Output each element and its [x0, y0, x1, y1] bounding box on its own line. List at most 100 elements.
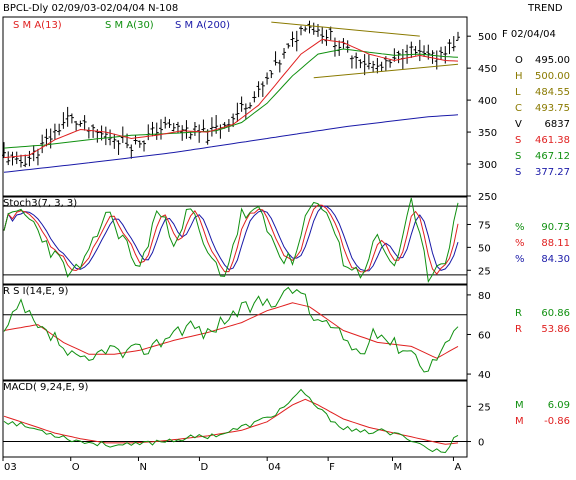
rsi-signal-line [3, 302, 459, 359]
price-readout-value: 377.27 [535, 167, 570, 178]
x-axis-tick-label: M [393, 462, 402, 473]
stoch-readout-label: % [515, 238, 525, 249]
x-axis-tick-label: D [200, 462, 208, 473]
price-bar [349, 55, 354, 69]
rsi-ytick-label: 40 [478, 370, 491, 381]
price-readout-value: 500.00 [535, 71, 570, 82]
price-bar [362, 54, 367, 76]
price-bar [252, 91, 257, 103]
price-bar [116, 140, 121, 155]
price-bar [371, 60, 376, 73]
price-bar [184, 120, 189, 139]
stoch-readout-value: 84.30 [541, 254, 570, 265]
price-bar [82, 115, 87, 131]
stock-chart: BPCL-Dly 02/09/03-02/04/04 N-108 TREND F… [2, 3, 570, 473]
stoch-ytick-label: 50 [478, 243, 491, 254]
price-bar [299, 25, 304, 36]
rsi-panel: R S I(14,E, 9) 40 60 80 R 60.86 R 53.86 [2, 284, 570, 381]
rsi-frame [2, 284, 468, 381]
price-ytick-label: 450 [478, 64, 497, 75]
macd-panel: MACD( 9,24,E, 9) 0 25 M 6.09 M -0.86 [2, 380, 570, 458]
price-readout-value: 461.38 [535, 135, 570, 146]
rsi-readout-label: R [515, 308, 522, 319]
price-trendline [271, 21, 420, 37]
price-bar [6, 151, 11, 166]
price-bar [260, 81, 265, 97]
price-bar [337, 40, 342, 56]
price-bar [388, 59, 393, 68]
stoch-readout-label: % [515, 254, 525, 265]
price-bar [48, 128, 53, 149]
price-readout-label: L [515, 87, 521, 98]
price-bar [375, 57, 380, 74]
price-bar [332, 37, 337, 57]
price-bar [103, 126, 108, 146]
price-bar [311, 22, 316, 35]
price-bar [358, 59, 363, 69]
price-readout-value: 493.75 [535, 103, 570, 114]
stoch-readout-value: 88.11 [541, 238, 570, 249]
x-axis: 03 O N D 04 F M A [2, 456, 467, 473]
price-bar [447, 39, 452, 55]
price-bar [14, 151, 19, 165]
price-bar [256, 81, 261, 98]
price-bar [239, 96, 244, 112]
trend-label: TREND [527, 3, 563, 14]
price-readout-value: 495.00 [535, 55, 570, 66]
price-legend-entry: S M A(30) [105, 20, 154, 31]
price-bar [18, 154, 23, 168]
price-bar [171, 122, 176, 132]
price-frame [2, 16, 468, 197]
x-axis-tick-label: F [329, 462, 335, 473]
price-bar [192, 122, 197, 136]
macd-title: MACD( 9,24,E, 9) [3, 382, 89, 393]
price-bar [303, 26, 308, 32]
price-bar [52, 123, 57, 140]
price-bar [27, 150, 32, 167]
price-bar [69, 113, 74, 124]
price-bar [158, 119, 163, 140]
price-bar [273, 51, 278, 66]
price-bar [282, 48, 287, 59]
x-axis-tick-label: O [72, 462, 80, 473]
price-readout-label: H [515, 71, 523, 82]
price-bar [65, 106, 70, 127]
price-bar [324, 29, 329, 46]
price-bar [86, 127, 91, 139]
x-axis-tick-label: N [139, 462, 146, 473]
price-bar [74, 120, 79, 131]
price-ytick-label: 250 [478, 192, 497, 203]
price-bar [146, 124, 151, 141]
price-readout-label: V [515, 119, 522, 130]
rsi-line [3, 286, 459, 373]
price-bar [137, 140, 142, 148]
price-bar [430, 50, 435, 64]
x-axis-tick-label: A [454, 462, 461, 473]
price-ytick-label: 350 [478, 128, 497, 139]
date-label: F 02/04/04 [502, 29, 556, 40]
stoch-ytick-label: 25 [478, 266, 491, 277]
rsi-readout-label: R [515, 324, 522, 335]
price-bar [286, 43, 291, 49]
price-bar [197, 124, 202, 143]
price-legend-entry: S M A(13) [13, 20, 62, 31]
price-bar [269, 70, 274, 79]
price-bar [248, 102, 253, 109]
price-bar [120, 126, 125, 143]
price-bar [439, 46, 444, 60]
price-bar [345, 40, 350, 53]
price-ytick-label: 500 [478, 32, 497, 43]
price-bar [451, 36, 456, 52]
price-bar [133, 134, 138, 145]
price-bar [154, 122, 159, 140]
price-readout-value: 6837 [545, 119, 570, 130]
stoch-ytick-label: 75 [478, 220, 491, 231]
sma200-line [3, 114, 459, 173]
macd-line [3, 388, 459, 454]
macd-signal-line [3, 398, 459, 445]
price-bar [290, 31, 295, 47]
price-bar [142, 140, 147, 152]
stoch-title: Stoch3(7, 3, 3) [3, 198, 77, 209]
sma13-line [3, 38, 459, 159]
stoch-readout-value: 90.73 [541, 222, 570, 233]
